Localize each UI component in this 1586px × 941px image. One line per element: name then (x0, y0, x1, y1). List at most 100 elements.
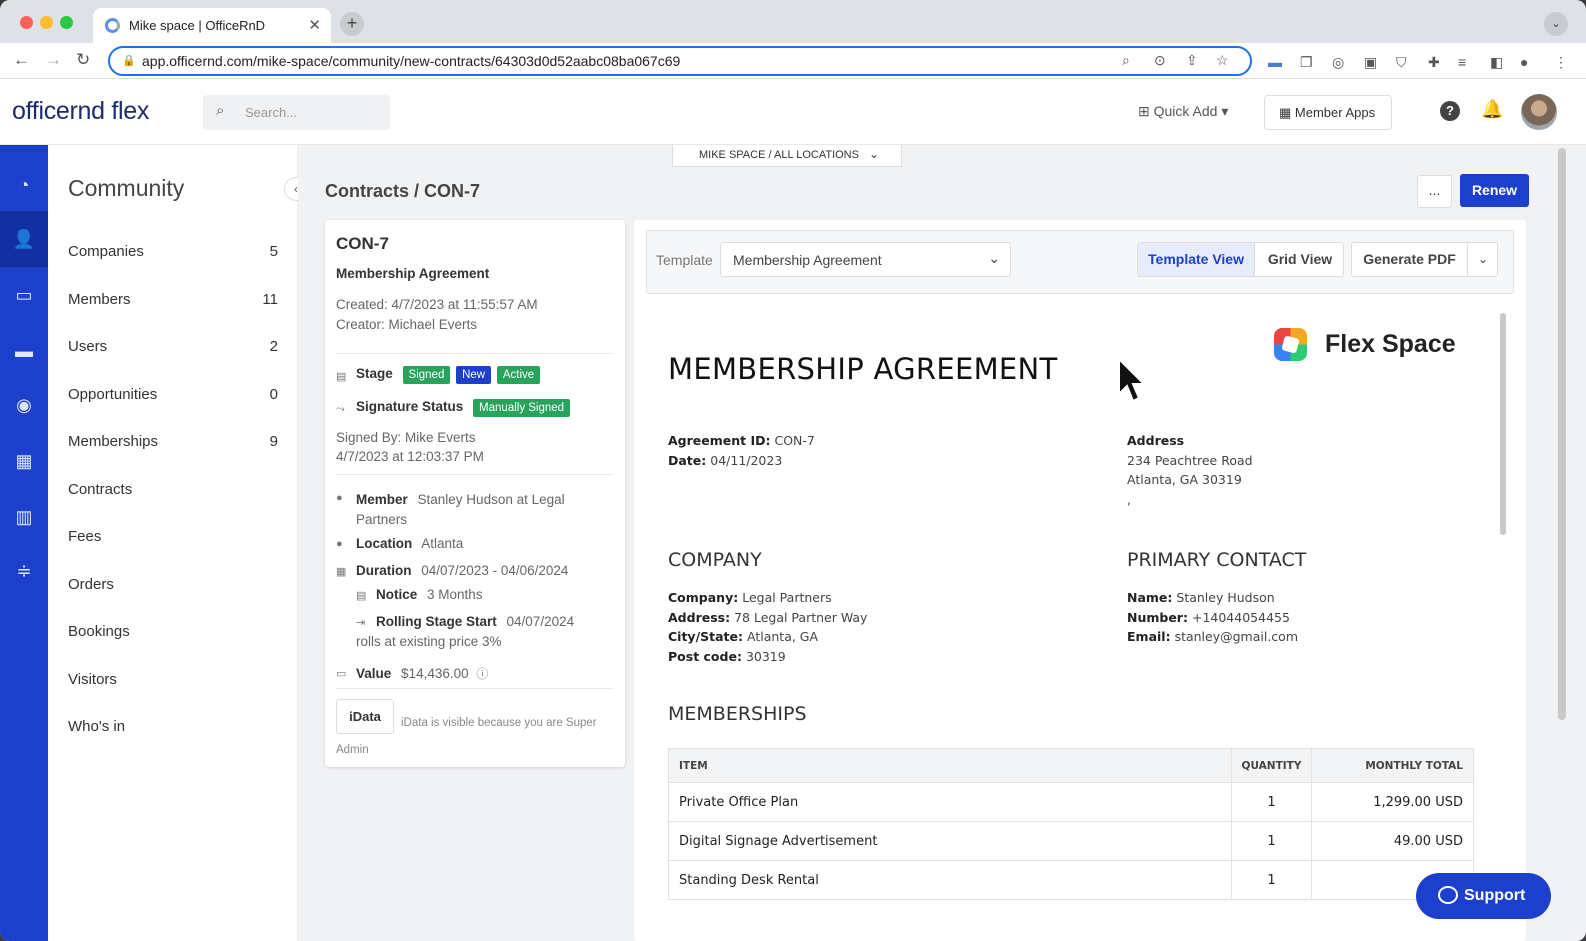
side-panel-icon[interactable]: ◧ (1490, 54, 1503, 71)
sidebar-item-count: 2 (269, 338, 278, 355)
search-input[interactable]: ⌕ Search... (203, 95, 390, 130)
creator-text: Creator: Michael Everts (336, 317, 478, 332)
sidebar-item-fees[interactable]: Fees (68, 528, 278, 545)
agreement-meta: Agreement ID: CON-7 Date: 04/11/2023 (668, 431, 815, 470)
view-toggle: Template View Grid View (1137, 242, 1344, 277)
sidebar-item-whos-in[interactable]: Who's in (68, 718, 278, 735)
template-view-button[interactable]: Template View (1138, 243, 1255, 276)
location-selector[interactable]: MIKE SPACE / ALL LOCATIONS ⌄ (672, 145, 902, 167)
city-label: City/State: (668, 629, 744, 644)
status-badge-new: New (456, 366, 492, 384)
community-sidebar: Community ‹ Companies 5 Members 11 Users 2 … (48, 145, 308, 941)
location-pin-icon[interactable]: ◉ (0, 377, 48, 433)
share-icon[interactable]: ⇪ (1186, 52, 1198, 69)
sidebar-item-opportunities[interactable]: Opportunities 0 (68, 386, 278, 403)
reading-list-icon[interactable]: ≡ (1458, 54, 1466, 70)
address-label: Address (1127, 433, 1185, 448)
generate-pdf-dropdown-icon[interactable]: ⌄ (1468, 243, 1498, 276)
browser-menu-icon[interactable]: ⋮ (1554, 54, 1568, 71)
main-content: MIKE SPACE / ALL LOCATIONS ⌄ Contracts /… (298, 145, 1586, 941)
template-select[interactable]: Membership Agreement ⌄ (720, 242, 1011, 277)
chat-bubble-icon (1438, 886, 1458, 904)
sidebar-item-memberships[interactable]: Memberships 9 (68, 433, 278, 450)
sidebar-item-users[interactable]: Users 2 (68, 338, 278, 355)
address-bar[interactable]: 🔒 app.officernd.com/mike-space/community… (108, 46, 1252, 76)
forward-icon[interactable]: → (45, 50, 62, 70)
sidebar-item-visitors[interactable]: Visitors (68, 671, 278, 688)
grid-view-button[interactable]: Grid View (1256, 243, 1343, 276)
sidebar-item-label: Members (68, 291, 131, 308)
sidebar-item-members[interactable]: Members 11 (68, 291, 278, 308)
flex-space-logo-mark (1274, 328, 1307, 361)
table-row: Digital Signage Advertisement 1 49.00 US… (668, 821, 1474, 861)
tab-close-icon[interactable]: ✕ (308, 16, 321, 34)
generate-pdf-button[interactable]: Generate PDF (1352, 243, 1468, 276)
settings-sliders-icon[interactable]: ≑ (0, 543, 48, 599)
status-badge-active: Active (496, 366, 541, 384)
billing-card-icon[interactable]: ▬ (0, 323, 48, 379)
officernd-flex-logo[interactable]: officernd flex (12, 97, 149, 126)
maximize-window-icon[interactable] (60, 16, 73, 29)
more-actions-button[interactable]: ... (1417, 175, 1452, 208)
location-pin-icon: ● (336, 538, 343, 550)
notice-value: 3 Months (427, 587, 483, 602)
zoom-icon[interactable]: ⌕ (1122, 52, 1130, 69)
sidebar-item-orders[interactable]: Orders (68, 576, 278, 593)
info-icon[interactable]: ⓘ (476, 667, 488, 681)
back-icon[interactable]: ← (13, 50, 30, 70)
contact-name-value: Stanley Hudson (1176, 590, 1275, 605)
chat-icon[interactable]: ▭ (0, 267, 48, 323)
item-cell: Private Office Plan (668, 782, 1232, 822)
reload-icon[interactable]: ↻ (76, 50, 90, 70)
sidebar-item-companies[interactable]: Companies 5 (68, 243, 278, 260)
signature-icon: ⤳ (336, 403, 345, 415)
table-header-row: ITEM QUANTITY MONTHLY TOTAL (668, 748, 1474, 783)
notifications-bell-icon[interactable]: 🔔 (1481, 99, 1503, 120)
document-scrollbar[interactable] (1500, 313, 1506, 535)
document-icon: ▤ (336, 371, 347, 383)
extension-icon[interactable]: ▬ (1268, 54, 1282, 70)
rolling-stage-row: Rolling Stage Start 04/07/2024 (376, 614, 574, 629)
minimize-window-icon[interactable] (40, 16, 53, 29)
browser-tab[interactable]: Mike space | OfficeRnD ✕ (93, 8, 331, 43)
notice-row: Notice 3 Months (376, 587, 483, 602)
member-apps-button[interactable]: ▦ Member Apps (1264, 95, 1392, 130)
community-people-icon[interactable]: 👤 (0, 211, 48, 267)
notice-label: Notice (376, 587, 418, 602)
signature-status-row: Signature Status Manually Signed (356, 399, 572, 417)
divider (336, 353, 613, 354)
bookmark-star-icon[interactable]: ☆ (1216, 52, 1229, 69)
support-chat-button[interactable]: Support (1416, 873, 1551, 919)
status-badge-signed: Signed (402, 366, 451, 384)
close-window-icon[interactable] (20, 16, 33, 29)
sidebar-item-count: 11 (262, 291, 278, 308)
signed-at-text: 4/7/2023 at 12:03:37 PM (336, 449, 484, 464)
extension-icon[interactable]: ▣ (1364, 54, 1377, 71)
extension-icon[interactable]: ❐ (1300, 54, 1313, 71)
sidebar-item-contracts[interactable]: Contracts (68, 481, 278, 498)
document-preview: Flex Space MEMBERSHIP AGREEMENT Agreemen… (646, 304, 1500, 941)
dashboard-icon[interactable]: ◔ (0, 157, 48, 213)
profile-avatar-icon[interactable]: ● (1520, 54, 1528, 70)
renew-button[interactable]: Renew (1460, 174, 1529, 207)
contact-email-value: stanley@gmail.com (1174, 629, 1299, 644)
sidebar-item-label: Fees (68, 528, 102, 545)
help-icon[interactable]: ? (1440, 101, 1460, 121)
contract-name: Membership Agreement (336, 266, 490, 281)
reports-chart-icon[interactable]: ▥ (0, 489, 48, 545)
member-row: Member Stanley Hudson at Legal Partners (356, 490, 606, 529)
rolling-note: rolls at existing price 3% (356, 634, 502, 649)
new-tab-button[interactable]: + (340, 12, 364, 36)
calendar-icon[interactable]: ▦ (0, 433, 48, 489)
sidebar-item-bookings[interactable]: Bookings (68, 623, 278, 640)
tab-search-icon[interactable]: ⌄ (1544, 12, 1568, 36)
page-scrollbar[interactable] (1558, 148, 1566, 720)
memberships-heading: MEMBERSHIPS (668, 703, 807, 725)
value-amount: $14,436.00 (401, 666, 469, 681)
screenshot-extension-icon[interactable]: ◎ (1332, 54, 1344, 71)
shield-extension-icon[interactable]: ⛉ (1396, 54, 1407, 71)
quick-add-button[interactable]: ⊞ Quick Add ▾ (1138, 103, 1228, 120)
puzzle-extensions-icon[interactable]: ✚ (1428, 54, 1440, 71)
user-avatar[interactable] (1521, 94, 1557, 130)
install-app-icon[interactable]: ⊙ (1154, 52, 1166, 69)
